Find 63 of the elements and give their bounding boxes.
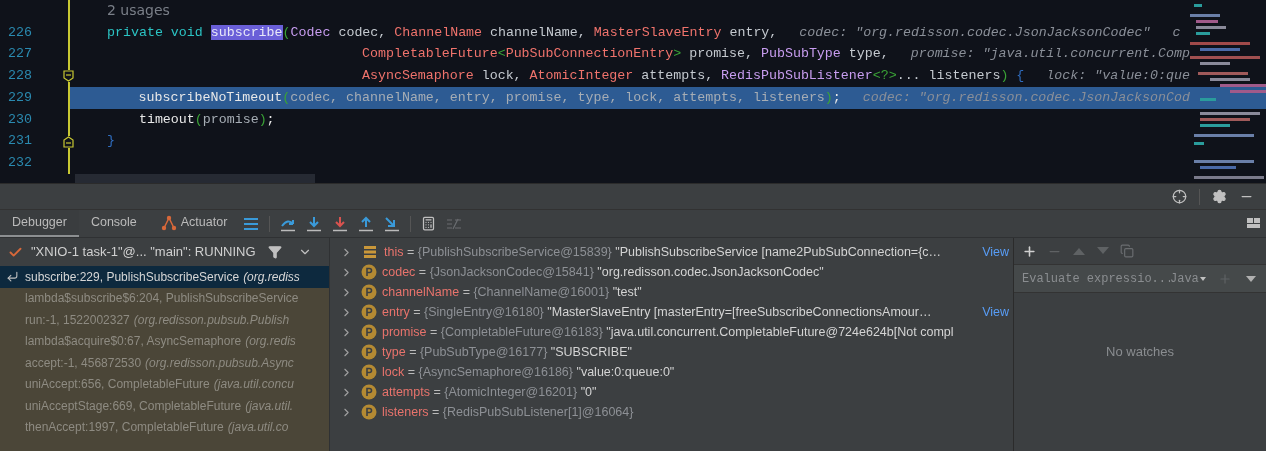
code-line: AsyncSemaphore lock, AtomicInteger attempts, RedisPubSubListener<?>... listeners) {	[361, 67, 1025, 86]
thread-selector[interactable]: "XNIO-1 task-1"@... "main": RUNNING	[31, 242, 256, 262]
layout-icon[interactable]	[1246, 216, 1262, 231]
variable-entry[interactable]: entry = {SingleEntry@16180} "MasterSlaveEntry [masterEntry=[freeSubscribeConnectionsAmour…	[382, 302, 983, 322]
variable-entry[interactable]: codec = {JsonJacksonCodec@15841} "org.redisson.codec.JsonJacksonCodec"	[382, 262, 1013, 282]
code-line: subscribeNoTimeout(codec, channelName, entry, promise, type, lock, attempts, listeners);	[137, 88, 841, 107]
variable-entry[interactable]: promise = {CompletableFuture@16183} "java.util.concurrent.CompletableFuture@724e624b[Not compl	[382, 322, 1013, 342]
step-into-icon[interactable]	[332, 215, 349, 232]
calculator-icon[interactable]	[421, 216, 437, 231]
network-icon	[160, 214, 177, 231]
variable-entry[interactable]: this = {PublishSubscribeService@15839} "PublishSubscribeService [name2PubSubConnection={c…	[384, 242, 983, 262]
parameter-icon	[361, 344, 377, 360]
caret-icon[interactable]	[1246, 275, 1256, 282]
settings-icon[interactable]	[1212, 189, 1227, 204]
crosshair-icon[interactable]	[1172, 189, 1187, 204]
code-line: CompletableFuture<PubSubConnectionEntry> promise, PubSubType type,	[361, 45, 889, 64]
line-number: 230	[7, 110, 33, 129]
variable-entry[interactable]: listeners = {RedisPubSubListener[1]@16064}	[382, 402, 1013, 422]
inlay-hint: c	[1172, 23, 1181, 42]
run-to-cursor-icon[interactable]	[384, 215, 401, 232]
view-link[interactable]: View	[982, 302, 1013, 322]
code-line: }	[107, 132, 115, 151]
variable-entry[interactable]: channelName = {ChannelName@16001} "test"	[382, 282, 1013, 302]
line-number: 232	[7, 154, 33, 173]
code-line: timeout(promise);	[137, 110, 275, 129]
view-link[interactable]: View	[982, 242, 1013, 262]
code-line: private void subscribe(Codec codec, ChannelName channelName, MasterSlaveEntry entry,	[107, 23, 778, 42]
parameter-icon	[361, 384, 377, 400]
line-number: 227	[7, 45, 33, 64]
parameter-icon	[361, 404, 377, 420]
inlay-hint: codec: "org.redisson.codec.JsonJacksonCod	[862, 88, 1190, 107]
fold-icon[interactable]	[63, 135, 74, 148]
line-number: 231	[7, 132, 33, 151]
parameter-icon	[361, 264, 377, 280]
line-number: 229	[7, 88, 33, 107]
stack-frame[interactable]: run:-1, 1522002327 (org.redisson.pubsub.Publish	[0, 309, 329, 331]
inlay-hint: promise: "java.util.concurrent.Comp	[910, 45, 1190, 64]
expression-input[interactable]: Evaluate expressio...	[1022, 269, 1170, 288]
usages-hint[interactable]: 2 usages	[107, 0, 170, 22]
parameter-icon	[361, 304, 377, 320]
parameter-icon	[361, 364, 377, 380]
line-number: 226	[7, 23, 33, 42]
inlay-hint: codec: "org.redisson.codec.JsonJacksonCodec"	[799, 23, 1151, 42]
fold-icon[interactable]	[62, 70, 74, 83]
debug-tab[interactable]: Actuator	[148, 210, 240, 237]
inlay-hint: lock: "value:0:que	[1046, 67, 1190, 86]
return-icon	[6, 270, 19, 284]
variable-entry[interactable]: type = {PubSubType@16177} "SUBSCRIBE"	[382, 342, 1013, 362]
parameter-icon	[361, 324, 377, 340]
variable-entry[interactable]: attempts = {AtomicInteger@16201} "0"	[382, 382, 1013, 402]
step-into-icon[interactable]	[306, 215, 323, 232]
line-number: 228	[7, 67, 33, 86]
debug-tab[interactable]: Console	[78, 210, 149, 237]
stack-frame[interactable]: subscribe:229, PublishSubscribeService (org.rediss	[0, 266, 329, 288]
fields-icon	[363, 245, 377, 259]
scrollbar-thumb[interactable]	[75, 174, 315, 183]
parameter-icon	[361, 284, 377, 300]
variable-entry[interactable]: lock = {AsyncSemaphore@16186} "value:0:queue:0"	[382, 362, 1013, 382]
step-out-icon[interactable]	[358, 215, 375, 232]
empty-watches-message: No watches	[1106, 343, 1174, 362]
list-icon[interactable]	[243, 216, 260, 231]
filter-icon[interactable]	[267, 245, 282, 259]
add-icon[interactable]	[1022, 243, 1037, 259]
